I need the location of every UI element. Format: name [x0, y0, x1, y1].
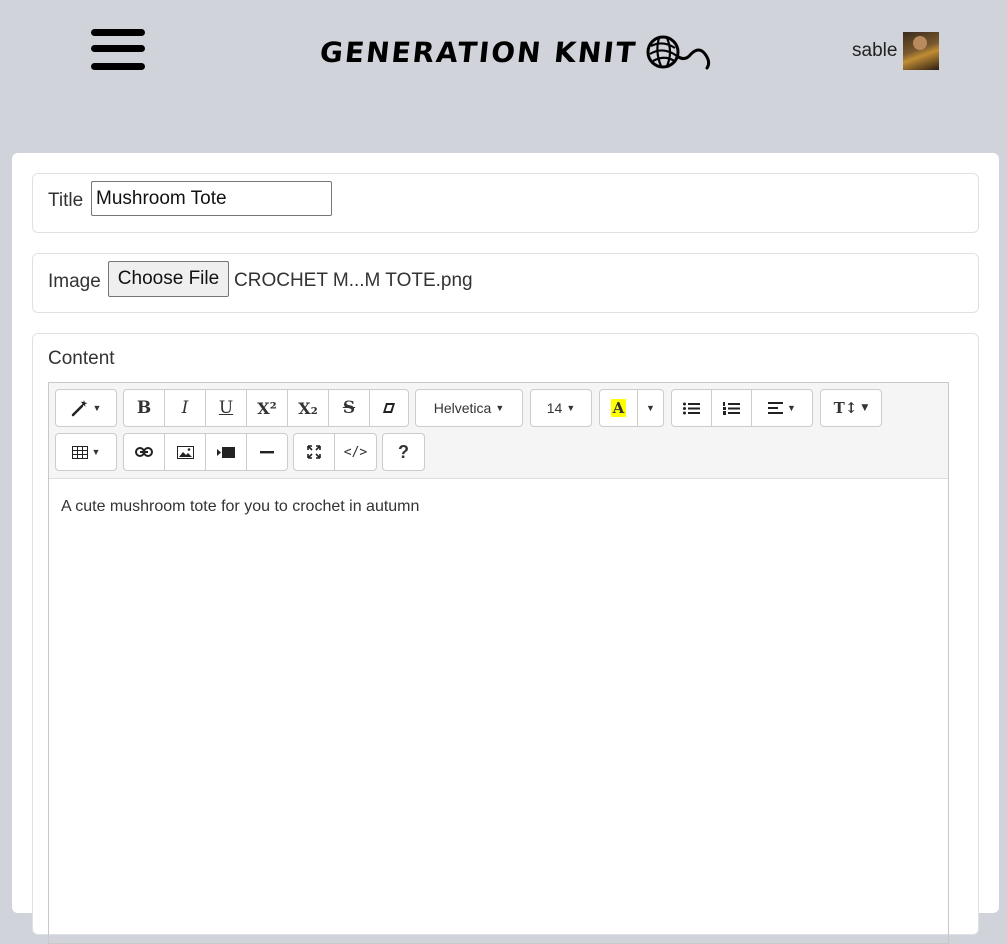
font-size-dropdown[interactable]: 14 ▼: [531, 390, 591, 426]
align-dropdown[interactable]: ▼: [752, 390, 812, 426]
image-field-group: Image Choose File CROCHET M...M TOTE.png: [32, 253, 979, 313]
title-field-group: Title: [32, 173, 979, 233]
hamburger-menu-button[interactable]: [91, 29, 145, 73]
clear-format-button[interactable]: [370, 390, 408, 426]
font-size-group: 14 ▼: [530, 389, 592, 427]
color-dropdown-button[interactable]: ▼: [638, 390, 663, 426]
caret-down-icon: ▼: [787, 403, 796, 413]
brand-name: GENERATION KNIT: [318, 35, 639, 69]
style-group: ▼: [55, 389, 117, 427]
avatar[interactable]: [903, 32, 940, 70]
image-label: Image: [48, 271, 101, 292]
table-icon: [71, 445, 88, 459]
title-label: Title: [48, 190, 84, 211]
italic-button[interactable]: I: [165, 390, 206, 426]
insert-image-button[interactable]: [165, 434, 206, 470]
font-style-group: B I U X² X₂ S: [123, 389, 409, 427]
username: sable: [852, 40, 898, 61]
fullscreen-icon: [307, 445, 321, 459]
editor-content-area[interactable]: A cute mushroom tote for you to crochet …: [61, 498, 419, 516]
caret-down-icon: ▼: [646, 403, 655, 413]
caret-down-icon: ▼: [495, 403, 505, 413]
caret-down-icon: ▼: [92, 403, 102, 413]
image-icon: [176, 445, 194, 459]
numbered-list-icon: [723, 401, 740, 415]
style-dropdown[interactable]: ▼: [56, 390, 116, 426]
hamburger-bar: [91, 45, 145, 52]
bold-button[interactable]: B: [124, 390, 165, 426]
magic-wand-icon: [71, 400, 88, 417]
strikethrough-button[interactable]: S: [329, 390, 370, 426]
caret-down-icon: ▼: [91, 447, 101, 457]
choose-file-button[interactable]: Choose File: [108, 261, 229, 297]
title-input[interactable]: [91, 181, 332, 216]
hamburger-bar: [91, 29, 145, 36]
content-label: Content: [48, 348, 115, 369]
table-dropdown[interactable]: ▼: [56, 434, 116, 470]
unordered-list-button[interactable]: [672, 390, 712, 426]
font-family-value: Helvetica: [433, 400, 492, 416]
bullet-list-icon: [683, 402, 700, 414]
user-menu[interactable]: sable: [852, 32, 940, 70]
font-size-value: 14: [546, 400, 563, 416]
selected-file-name: CROCHET M...M TOTE.png: [234, 270, 473, 291]
underline-button[interactable]: U: [206, 390, 247, 426]
fullscreen-button[interactable]: [294, 434, 335, 470]
line-height-dropdown[interactable]: T↕ ▼: [821, 390, 881, 426]
paragraph-group: ▼: [671, 389, 813, 427]
link-icon: [135, 447, 153, 457]
code-view-button[interactable]: </>: [335, 434, 376, 470]
caret-down-icon: ▼: [861, 403, 869, 413]
view-group: </>: [293, 433, 377, 471]
yarn-ball-icon: [646, 35, 710, 70]
eraser-icon: [383, 403, 395, 413]
post-form-card: Title Image Choose File CROCHET M...M TO…: [12, 153, 999, 944]
hamburger-bar: [91, 63, 145, 70]
horizontal-rule-icon: [260, 450, 274, 453]
text-height-icon: T↕: [833, 399, 858, 417]
font-family-dropdown[interactable]: Helvetica ▼: [416, 390, 522, 426]
site-header: GENERATION KNIT sable: [0, 0, 1007, 150]
rich-text-editor: ▼ B I U X² X₂ S Helvetica ▼ 14 ▼ A ▼ ▼ T…: [48, 382, 949, 944]
video-icon: [217, 446, 235, 458]
superscript-button[interactable]: X²: [247, 390, 288, 426]
editor-toolbar: ▼ B I U X² X₂ S Helvetica ▼ 14 ▼ A ▼ ▼ T…: [49, 383, 948, 479]
ordered-list-button[interactable]: [712, 390, 752, 426]
table-group: ▼: [55, 433, 117, 471]
subscript-button[interactable]: X₂: [288, 390, 329, 426]
help-group: ?: [382, 433, 425, 471]
insert-link-button[interactable]: [124, 434, 165, 470]
brand-logo[interactable]: GENERATION KNIT: [318, 32, 715, 72]
align-left-icon: [768, 402, 784, 414]
help-button[interactable]: ?: [383, 434, 424, 470]
horizontal-rule-button[interactable]: [247, 434, 287, 470]
caret-down-icon: ▼: [566, 403, 576, 413]
insert-video-button[interactable]: [206, 434, 247, 470]
content-field-group: Content ▼ B I U X² X₂ S Helvetica ▼ 14 ▼…: [32, 333, 979, 944]
insert-group: [123, 433, 288, 471]
font-family-group: Helvetica ▼: [415, 389, 523, 427]
text-color-button[interactable]: A: [600, 390, 638, 426]
color-letter: A: [610, 399, 627, 417]
color-group: A ▼: [599, 389, 664, 427]
line-height-group: T↕ ▼: [820, 389, 882, 427]
